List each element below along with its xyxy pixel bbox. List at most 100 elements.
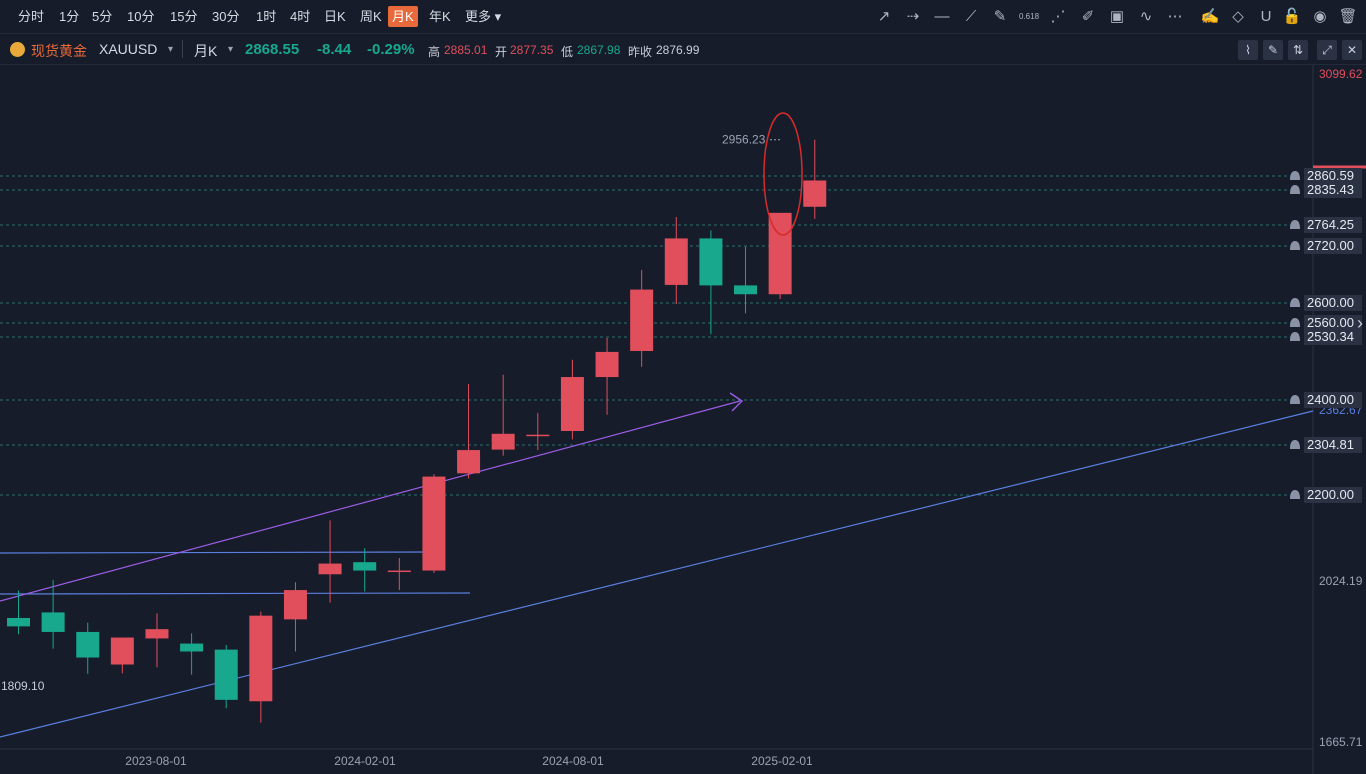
candle-body bbox=[76, 631, 100, 658]
price-change: -8.44 bbox=[317, 41, 352, 58]
timeframe-2[interactable]: 5分 bbox=[88, 6, 116, 27]
price-tag-label: 2835.43 bbox=[1307, 182, 1354, 197]
symbol-name[interactable]: 现货黄金 bbox=[31, 41, 87, 61]
price-chart[interactable]: 2956.231809.103099.622362.672024.191665.… bbox=[0, 65, 1366, 774]
candle-body bbox=[41, 612, 65, 632]
candle-body bbox=[803, 180, 827, 207]
candle-body bbox=[560, 377, 584, 431]
prev-close-value: 2876.99 bbox=[656, 43, 700, 57]
candle-body bbox=[422, 476, 446, 571]
price-tag-label: 2600.00 bbox=[1307, 295, 1354, 310]
price-tag-label: 2860.59 bbox=[1307, 168, 1354, 183]
price-change-pct: -0.29% bbox=[367, 41, 415, 58]
timeframe-6[interactable]: 1时 bbox=[252, 6, 280, 27]
period-selector[interactable]: 月K bbox=[194, 41, 217, 61]
y-axis-label-mid: 2024.19 bbox=[1319, 574, 1363, 588]
prev-close-label: 昨收 bbox=[628, 45, 653, 59]
y-axis-label-top: 3099.62 bbox=[1319, 67, 1363, 81]
timeframe-9[interactable]: 周K bbox=[356, 6, 386, 27]
trash-icon[interactable]: 🗑 bbox=[1338, 7, 1358, 27]
x-axis-label: 2023-08-01 bbox=[125, 754, 187, 768]
timeframe-5[interactable]: 30分 bbox=[208, 6, 243, 27]
support-line-upper bbox=[0, 551, 437, 554]
pen-icon[interactable]: ✎ bbox=[990, 7, 1010, 27]
price-tag-label: 2304.81 bbox=[1307, 437, 1354, 452]
timeframe-8[interactable]: 日K bbox=[320, 6, 350, 27]
price-tag-label: 2764.25 bbox=[1307, 217, 1354, 232]
alert-bell-icon bbox=[1290, 490, 1300, 499]
highlighter-icon[interactable]: ✐ bbox=[1078, 7, 1098, 27]
high-value: 2885.01 bbox=[444, 43, 488, 57]
symbol-caret-icon[interactable]: ▾ bbox=[168, 44, 173, 55]
timeframe-7[interactable]: 4时 bbox=[286, 6, 314, 27]
low-label: 低 bbox=[561, 45, 574, 59]
trend-line-lower bbox=[0, 410, 1314, 738]
timeframe-10[interactable]: 月K bbox=[388, 6, 418, 27]
fan-icon[interactable]: ⋰ bbox=[1048, 7, 1068, 27]
eraser-icon[interactable]: ◇ bbox=[1228, 7, 1248, 27]
indicator-button[interactable]: ⌇ bbox=[1238, 40, 1258, 60]
symbol-code[interactable]: XAUUSD bbox=[99, 41, 157, 57]
fibonacci-icon[interactable]: 0.618 bbox=[1019, 7, 1039, 27]
horizontal-line-icon[interactable]: — bbox=[932, 7, 952, 27]
price-tag-label: 2720.00 bbox=[1307, 238, 1354, 253]
alert-bell-icon bbox=[1290, 395, 1300, 404]
trend-arrow-line bbox=[0, 400, 741, 602]
arrow-line-icon[interactable]: ↗ bbox=[874, 7, 894, 27]
candle-body bbox=[214, 649, 238, 700]
compare-button[interactable]: ⇅ bbox=[1288, 40, 1308, 60]
price-tag-label: 2400.00 bbox=[1307, 392, 1354, 407]
candle-body bbox=[145, 629, 169, 639]
alert-bell-icon bbox=[1290, 298, 1300, 307]
alert-bell-icon bbox=[1290, 185, 1300, 194]
candle-body bbox=[249, 615, 273, 702]
candle-body bbox=[664, 238, 688, 285]
timeframe-4[interactable]: 15分 bbox=[166, 6, 201, 27]
alert-bell-icon bbox=[1290, 220, 1300, 229]
timeframe-toolbar: 分时 1分 5分 10分 15分 30分 1时 4时 日K 周K 月K 年K 更多 ▾ ↗ ⇢ — ⟋ ✎ 0.6… bbox=[0, 0, 1366, 34]
candle-body bbox=[7, 617, 30, 627]
draw-button[interactable]: ✎ bbox=[1263, 40, 1283, 60]
timeframe-0[interactable]: 分时 bbox=[14, 6, 48, 27]
candle-body bbox=[734, 285, 758, 295]
last-price: 2868.55 bbox=[245, 41, 300, 58]
alert-bell-icon bbox=[1290, 171, 1300, 180]
timeframe-11[interactable]: 年K bbox=[425, 6, 455, 27]
wave-icon[interactable]: ∿ bbox=[1136, 7, 1156, 27]
candle-body bbox=[180, 643, 204, 652]
magnet-icon[interactable]: U bbox=[1256, 7, 1276, 27]
x-axis-label: 2025-02-01 bbox=[751, 754, 813, 768]
candle-body bbox=[526, 434, 550, 437]
alert-bell-icon bbox=[1290, 332, 1300, 341]
timeframe-1[interactable]: 1分 bbox=[55, 6, 83, 27]
period-caret-icon[interactable]: ▾ bbox=[228, 44, 233, 55]
dashed-arrow-icon[interactable]: ⇢ bbox=[903, 7, 923, 27]
candle-body bbox=[387, 570, 411, 573]
x-axis-label: 2024-08-01 bbox=[542, 754, 604, 768]
price-tag-label: 2200.00 bbox=[1307, 487, 1354, 502]
candle-body bbox=[491, 433, 515, 450]
divider bbox=[182, 40, 183, 58]
more-dots-icon[interactable]: ⋯ bbox=[1165, 7, 1185, 27]
high-annotation-label: 2956.23 bbox=[722, 133, 766, 147]
lock-icon[interactable]: 🔓 bbox=[1282, 7, 1302, 27]
close-button[interactable]: ✕ bbox=[1342, 40, 1362, 60]
fullscreen-button[interactable]: ⤢ bbox=[1317, 40, 1337, 60]
axis-expand-icon: › bbox=[1357, 313, 1363, 333]
alert-bell-icon bbox=[1290, 318, 1300, 327]
y-axis-label-bottom: 1665.71 bbox=[1319, 735, 1363, 749]
alert-bell-icon bbox=[1290, 440, 1300, 449]
polyline-icon[interactable]: ⟋ bbox=[961, 7, 981, 27]
draw-edit-icon[interactable]: ✍ bbox=[1200, 7, 1220, 27]
timeframe-12[interactable]: 更多 ▾ bbox=[461, 6, 505, 27]
eye-icon[interactable]: ◉ bbox=[1310, 7, 1330, 27]
gold-coin-icon bbox=[10, 42, 25, 57]
support-line-lower bbox=[0, 592, 471, 595]
high-label: 高 bbox=[428, 45, 441, 59]
candle-body bbox=[353, 562, 377, 571]
image-icon[interactable]: ▣ bbox=[1107, 7, 1127, 27]
price-tag-label: 2530.34 bbox=[1307, 329, 1354, 344]
timeframe-3[interactable]: 10分 bbox=[123, 6, 158, 27]
candle-body bbox=[283, 590, 307, 620]
low-annotation-label: 1809.10 bbox=[1, 679, 45, 693]
